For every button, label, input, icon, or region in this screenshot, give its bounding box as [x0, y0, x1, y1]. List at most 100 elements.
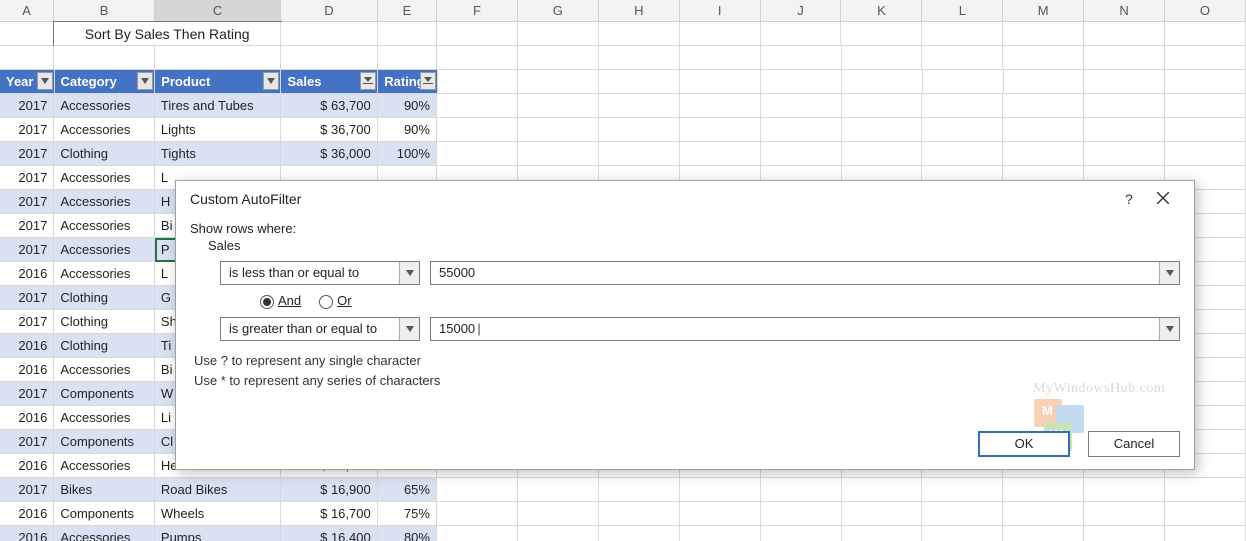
cell[interactable]: [1003, 478, 1084, 502]
table-row[interactable]: 2016ComponentsWheels$ 16,70075%: [0, 502, 1246, 526]
cell[interactable]: 2017: [0, 238, 54, 262]
cell[interactable]: [761, 478, 842, 502]
cell[interactable]: Accessories: [54, 94, 155, 118]
col-header-K[interactable]: K: [841, 0, 922, 21]
cell[interactable]: Clothing: [54, 286, 155, 310]
cell[interactable]: Clothing: [54, 142, 155, 166]
cell[interactable]: 100%: [378, 142, 437, 166]
cell[interactable]: [1003, 502, 1084, 526]
cell[interactable]: [842, 502, 923, 526]
value-2-combo[interactable]: 15000|: [430, 317, 1180, 341]
col-header-I[interactable]: I: [680, 0, 761, 21]
cell[interactable]: [842, 526, 923, 541]
cell[interactable]: [518, 94, 599, 118]
cell[interactable]: [761, 94, 842, 118]
cell[interactable]: [518, 118, 599, 142]
cell[interactable]: 2017: [0, 142, 54, 166]
filter-button-sales[interactable]: [360, 72, 376, 90]
cell[interactable]: 65%: [378, 478, 437, 502]
cell[interactable]: 2017: [0, 214, 54, 238]
cell[interactable]: Tires and Tubes: [155, 94, 281, 118]
cell[interactable]: 90%: [378, 118, 437, 142]
filter-button-product[interactable]: [263, 72, 279, 90]
sort-button[interactable]: Sort By Sales Then Rating: [54, 22, 281, 46]
cell[interactable]: [1084, 142, 1165, 166]
cell[interactable]: [518, 142, 599, 166]
th-category[interactable]: Category: [55, 70, 156, 94]
cell[interactable]: [922, 142, 1003, 166]
operator-2-dropdown[interactable]: [399, 318, 419, 340]
col-header-D[interactable]: D: [281, 0, 378, 21]
cell[interactable]: [761, 142, 842, 166]
col-header-A[interactable]: A: [0, 0, 54, 21]
cell[interactable]: Accessories: [54, 406, 155, 430]
table-row[interactable]: 2016AccessoriesPumps$ 16,40080%: [0, 526, 1246, 541]
cell[interactable]: [1084, 502, 1165, 526]
cell[interactable]: [437, 526, 518, 541]
cell[interactable]: 2017: [0, 430, 54, 454]
cell[interactable]: [842, 142, 923, 166]
cell[interactable]: $ 16,900: [281, 478, 378, 502]
cell[interactable]: Components: [54, 430, 155, 454]
operator-1-combo[interactable]: is less than or equal to: [220, 261, 420, 285]
cell[interactable]: Accessories: [54, 214, 155, 238]
cell[interactable]: [1165, 478, 1246, 502]
cell[interactable]: 2017: [0, 166, 54, 190]
col-header-O[interactable]: O: [1165, 0, 1246, 21]
ok-button[interactable]: OK: [978, 431, 1070, 457]
cell[interactable]: [922, 478, 1003, 502]
cell[interactable]: $ 16,700: [281, 502, 378, 526]
th-product[interactable]: Product: [155, 70, 281, 94]
cell[interactable]: Components: [54, 502, 155, 526]
and-radio[interactable]: And: [260, 293, 301, 309]
or-radio[interactable]: Or: [319, 293, 351, 309]
cell[interactable]: 2017: [0, 478, 54, 502]
cell[interactable]: [922, 502, 1003, 526]
value-1-dropdown[interactable]: [1159, 262, 1179, 284]
cell[interactable]: 80%: [378, 526, 437, 541]
cell[interactable]: [680, 118, 761, 142]
cell[interactable]: Accessories: [54, 238, 155, 262]
th-rating[interactable]: Rating: [378, 70, 437, 94]
cell[interactable]: Accessories: [54, 190, 155, 214]
cell[interactable]: [1165, 94, 1246, 118]
col-header-N[interactable]: N: [1084, 0, 1165, 21]
cell[interactable]: 2017: [0, 286, 54, 310]
cell[interactable]: [437, 502, 518, 526]
cell[interactable]: Accessories: [54, 262, 155, 286]
cell[interactable]: [761, 526, 842, 541]
cell[interactable]: [680, 94, 761, 118]
cell[interactable]: [437, 94, 518, 118]
close-button[interactable]: [1146, 191, 1180, 207]
table-row[interactable]: 2017ClothingTights$ 36,000100%: [0, 142, 1246, 166]
col-header-E[interactable]: E: [378, 0, 437, 21]
cell[interactable]: 2016: [0, 358, 54, 382]
cell[interactable]: [922, 94, 1003, 118]
operator-2-combo[interactable]: is greater than or equal to: [220, 317, 420, 341]
cell[interactable]: 2017: [0, 382, 54, 406]
value-1-input[interactable]: 55000: [431, 262, 1159, 284]
cell[interactable]: [842, 118, 923, 142]
cell[interactable]: [1084, 478, 1165, 502]
cell[interactable]: [599, 118, 680, 142]
cell[interactable]: Road Bikes: [155, 478, 281, 502]
operator-1-dropdown[interactable]: [399, 262, 419, 284]
cell[interactable]: 2016: [0, 502, 54, 526]
cell[interactable]: [1003, 94, 1084, 118]
cell[interactable]: [761, 502, 842, 526]
cell[interactable]: $ 36,700: [281, 118, 378, 142]
cell[interactable]: [518, 526, 599, 541]
cell[interactable]: Accessories: [54, 526, 155, 541]
th-sales[interactable]: Sales: [281, 70, 378, 94]
cell[interactable]: 2017: [0, 118, 54, 142]
filter-button-category[interactable]: [137, 72, 153, 90]
cell[interactable]: 2017: [0, 310, 54, 334]
value-2-dropdown[interactable]: [1159, 318, 1179, 340]
cell[interactable]: $ 36,000: [281, 142, 378, 166]
cell[interactable]: [1165, 118, 1246, 142]
cell[interactable]: 2016: [0, 526, 54, 541]
cell[interactable]: Accessories: [54, 358, 155, 382]
col-header-H[interactable]: H: [599, 0, 680, 21]
cell[interactable]: [922, 526, 1003, 541]
cell[interactable]: Wheels: [155, 502, 281, 526]
